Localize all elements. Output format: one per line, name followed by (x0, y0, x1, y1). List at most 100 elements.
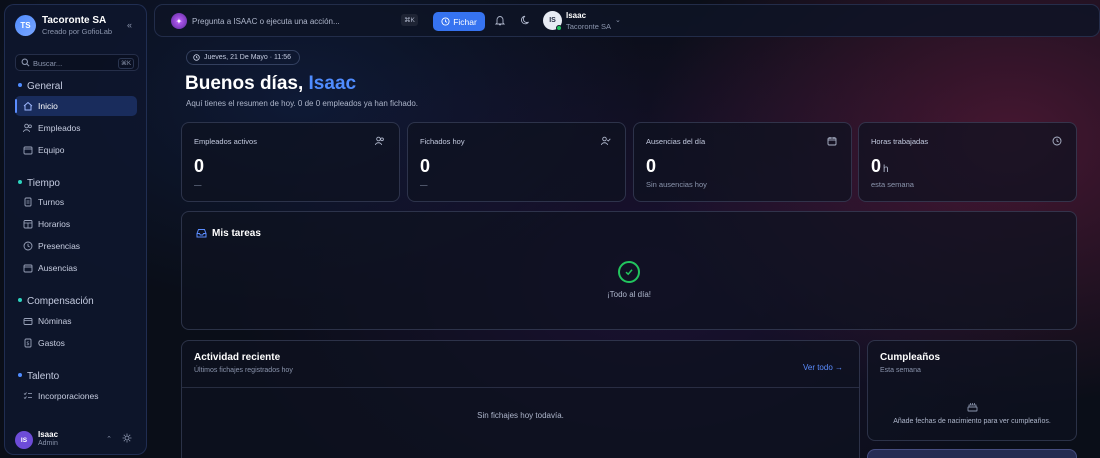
wallet-icon (23, 318, 33, 325)
svg-text:$: $ (26, 341, 29, 347)
sidebar-item-equipo[interactable]: Equipo (15, 140, 137, 160)
clock-icon (441, 17, 450, 26)
stat-label: Empleados activos (194, 137, 257, 146)
section-label: Tiempo (27, 178, 60, 189)
fichar-button[interactable]: Fichar (433, 12, 485, 31)
home-icon (23, 101, 33, 111)
calendar-icon (23, 146, 33, 155)
stat-card-ausencias-del-dia[interactable]: Ausencias del día 0 Sin ausencias hoy (633, 122, 852, 202)
section-label: General (27, 81, 63, 92)
sidebar-item-label: Presencias (38, 241, 81, 251)
receipt-icon: $ (24, 338, 32, 348)
users-icon (375, 136, 384, 146)
sun-icon[interactable] (122, 433, 132, 443)
sidebar-item-label: Ausencias (38, 263, 78, 273)
stat-number: 0 (420, 156, 431, 176)
stat-number: 0 (194, 156, 205, 176)
date-pill: Jueves, 21 De Mayo · 11:56 (186, 50, 301, 65)
greeting-name: Isaac (308, 73, 357, 94)
bell-icon[interactable] (495, 15, 505, 26)
sidebar-item-label: Inicio (38, 101, 58, 111)
sidebar: TS Tacoronte SA Creado por GofioLab « Bu… (4, 4, 147, 455)
search-shortcut: ⌘K (117, 58, 134, 69)
sidebar-item-presencias[interactable]: Presencias (15, 236, 137, 256)
activity-title: Actividad reciente (194, 352, 281, 363)
sidebar-item-inicio[interactable]: Inicio (15, 96, 137, 116)
section-talento: Talento (18, 371, 59, 382)
sidebar-item-empleados[interactable]: Empleados (15, 118, 137, 138)
stat-number: 0 (871, 156, 882, 176)
calendar-grid-icon (23, 220, 33, 229)
stat-card-empleados-activos[interactable]: Empleados activos 0 — (181, 122, 400, 202)
cake-icon (967, 403, 978, 412)
stat-value: 0 (194, 156, 206, 177)
ai-command-input[interactable]: Pregunta a ISAAC o ejecuta una acción... (192, 17, 340, 26)
stat-label: Ausencias del día (646, 137, 706, 146)
date-text: Jueves, 21 De Mayo · 11:56 (204, 54, 292, 61)
tasks-empty-text: ¡Todo al día! (606, 290, 652, 299)
org-name: Tacoronte SA (42, 15, 107, 26)
sidebar-item-turnos[interactable]: Turnos (15, 192, 137, 212)
org-avatar: TS (15, 15, 36, 36)
page-title: Buenos días, Isaac (185, 73, 356, 95)
activity-card: Actividad reciente Últimos fichajes regi… (181, 340, 860, 458)
ai-shortcut: ⌘K (401, 14, 418, 26)
sidebar-item-gastos[interactable]: $ Gastos (15, 333, 137, 353)
sparkle-icon: ✦ (171, 13, 187, 29)
users-icon (23, 123, 32, 133)
section-compensacion: Compensación (18, 296, 94, 307)
search-icon (21, 58, 30, 67)
sidebar-item-horarios[interactable]: Horarios (15, 214, 137, 234)
stat-card-horas-trabajadas[interactable]: Horas trabajadas 0h esta semana (858, 122, 1077, 202)
chevron-down-icon[interactable]: ⌄ (615, 16, 621, 24)
stat-label: Fichados hoy (420, 137, 465, 146)
fichar-label: Fichar (453, 16, 477, 27)
sidebar-item-ausencias[interactable]: Ausencias (15, 258, 137, 278)
section-dot (18, 373, 22, 378)
sidebar-item-label: Empleados (38, 123, 81, 133)
calendar-icon (827, 137, 837, 146)
section-general: General (18, 81, 63, 92)
sidebar-item-label: Turnos (38, 197, 65, 207)
sidebar-search-input[interactable]: Buscar... ⌘K (15, 54, 139, 71)
search-placeholder: Buscar... (33, 59, 63, 68)
birthdays-card: Cumpleaños Esta semana Añade fechas de n… (867, 340, 1077, 441)
moon-icon[interactable] (521, 15, 531, 25)
stat-sub: — (420, 180, 428, 189)
online-status-dot (556, 25, 562, 31)
stat-sub: esta semana (871, 180, 914, 189)
tasks-card: Mis tareas ¡Todo al día! (181, 211, 1077, 330)
clock-icon (1052, 136, 1062, 146)
check-circle-icon (618, 261, 640, 283)
section-label: Compensación (27, 296, 94, 307)
section-dot (18, 83, 22, 88)
birthdays-subtitle: Esta semana (880, 367, 921, 374)
tasks-title: Mis tareas (212, 228, 261, 239)
section-tiempo: Tiempo (18, 178, 60, 189)
sidebar-item-label: Incorporaciones (38, 391, 99, 401)
sidebar-item-nominas[interactable]: Nóminas (15, 311, 137, 331)
birthdays-title: Cumpleaños (880, 352, 941, 363)
sidebar-item-incorporaciones[interactable]: Incorporaciones (15, 386, 137, 406)
sidebar-item-label: Equipo (38, 145, 65, 155)
activity-subtitle: Últimos fichajes registrados hoy (194, 367, 293, 374)
chevron-up-icon[interactable]: ⌃ (106, 435, 112, 443)
sidebar-item-label: Nóminas (38, 316, 72, 326)
clock-icon (23, 241, 33, 251)
org-switcher[interactable]: TS Tacoronte SA Creado por GofioLab « (15, 15, 138, 43)
topbar-user-org: Tacoronte SA (566, 22, 612, 31)
stat-value: 0h (871, 156, 889, 177)
ver-todo-link[interactable]: Ver todo → (803, 363, 843, 372)
clock-icon (193, 54, 200, 61)
stat-card-fichados-hoy[interactable]: Fichados hoy 0 — (407, 122, 626, 202)
topbar-user-name[interactable]: Isaac (566, 11, 586, 20)
document-icon (24, 197, 32, 207)
user-name: Isaac (38, 430, 59, 439)
user-role: Admin (38, 440, 58, 447)
sidebar-user-menu[interactable]: IS Isaac Admin ⌃ (15, 429, 138, 451)
greeting-prefix: Buenos días, (185, 73, 304, 94)
stat-unit: h (883, 164, 889, 175)
collapse-sidebar-icon[interactable]: « (127, 20, 132, 30)
stat-label: Horas trabajadas (871, 137, 929, 146)
page-subtitle: Aquí tienes el resumen de hoy. 0 de 0 em… (186, 99, 419, 108)
